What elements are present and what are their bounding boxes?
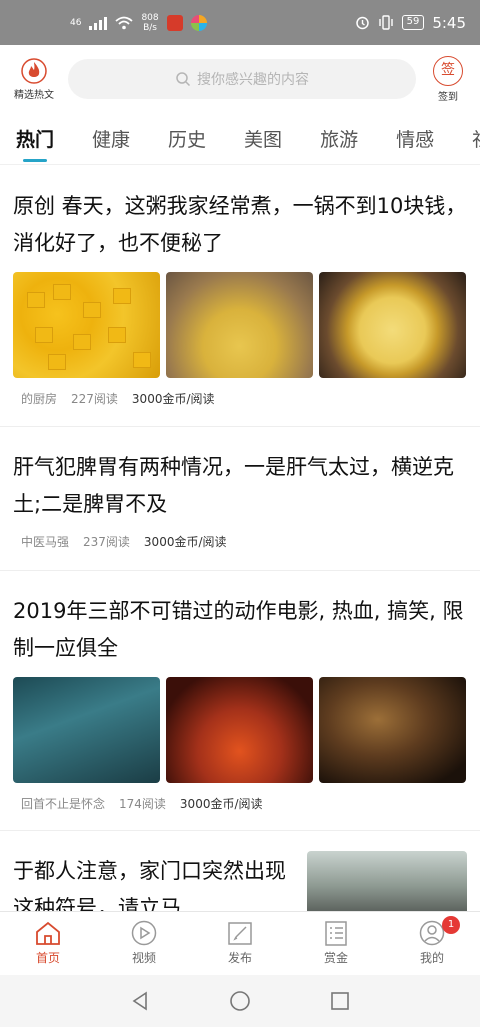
notification-badge: 1 xyxy=(442,916,460,934)
app-logo[interactable]: 精选热文 xyxy=(0,57,68,101)
article-image-pumpkin xyxy=(13,272,160,378)
nav-label: 首页 xyxy=(35,951,60,965)
nav-me[interactable]: 1 我的 xyxy=(384,912,480,975)
nav-video[interactable]: 视频 xyxy=(96,912,192,975)
nav-publish[interactable]: 发布 xyxy=(192,912,288,975)
network-type: 46 xyxy=(70,17,82,28)
app-notification-icon xyxy=(166,14,183,31)
system-navigation xyxy=(0,975,480,1027)
tab-travel[interactable]: 旅游 xyxy=(320,125,358,152)
tab-hot[interactable]: 热门 xyxy=(16,125,54,162)
recents-icon[interactable] xyxy=(329,990,351,1012)
sign-in-button[interactable]: 签 签到 xyxy=(416,55,480,103)
sign-in-icon: 签 xyxy=(433,55,463,86)
article-card[interactable]: 原创 春天，这粥我家经常煮，一锅不到10块钱，消化好了，也不便秘了 的厨房 22… xyxy=(0,166,480,427)
article-title: 肝气犯脾胃有两种情况，一是肝气太过，横逆克土;二是脾胃不及 xyxy=(13,455,454,516)
article-reads: 237阅读 xyxy=(83,535,130,549)
nav-label: 赏金 xyxy=(323,951,348,965)
play-icon xyxy=(131,920,157,946)
article-title: 原创 春天，这粥我家经常煮，一锅不到10块钱，消化好了，也不便秘了 xyxy=(13,194,467,255)
tab-history[interactable]: 历史 xyxy=(168,125,206,152)
article-author: 回首不止是怀念 xyxy=(21,797,106,811)
nav-label: 视频 xyxy=(131,951,156,965)
nav-bounty[interactable]: 赏金 xyxy=(288,912,384,975)
list-icon xyxy=(325,921,347,946)
back-icon[interactable] xyxy=(129,990,151,1012)
vibrate-icon xyxy=(378,15,393,30)
article-title: 2019年三部不可错过的动作电影, 热血, 搞笑, 限制一应俱全 xyxy=(13,599,464,660)
tab-pictures[interactable]: 美图 xyxy=(244,125,282,152)
sign-in-label: 签到 xyxy=(438,91,458,103)
nav-label: 我的 xyxy=(419,951,444,965)
edit-icon xyxy=(228,922,252,945)
app-notification-icon xyxy=(190,14,207,31)
article-image-movie-scene xyxy=(13,677,160,783)
article-author: 中医马强 xyxy=(21,535,70,549)
home-icon xyxy=(36,921,60,945)
bottom-navigation: 首页 视频 发布 赏金 1 我的 xyxy=(0,911,480,975)
tab-society[interactable]: 社会 xyxy=(472,125,480,152)
article-author: 的厨房 xyxy=(21,392,58,406)
article-reward: 3000金币/阅读 xyxy=(143,535,227,549)
logo-label: 精选热文 xyxy=(14,89,54,101)
alarm-icon xyxy=(355,16,369,30)
battery-icon: 59 xyxy=(401,15,425,30)
status-bar: 46 808 B/s 59 5:45 xyxy=(0,0,480,45)
article-card[interactable]: 肝气犯脾胃有两种情况，一是肝气太过，横逆克土;二是脾胃不及 中医马强 237阅读… xyxy=(0,427,480,571)
tab-health[interactable]: 健康 xyxy=(92,125,130,152)
search-bar[interactable]: 搜你感兴趣的内容 xyxy=(68,59,416,99)
network-speed: 808 B/s xyxy=(141,12,159,33)
home-circle-icon[interactable] xyxy=(229,990,251,1012)
article-image-movie-scene xyxy=(166,677,313,783)
article-card[interactable]: 2019年三部不可错过的动作电影, 热血, 搞笑, 限制一应俱全 回首不止是怀念… xyxy=(0,571,480,831)
nav-label: 发布 xyxy=(227,951,252,965)
tab-emotion[interactable]: 情感 xyxy=(396,125,434,152)
article-reward: 3000金币/阅读 xyxy=(179,797,263,811)
article-image-movie-scene xyxy=(319,677,466,783)
article-image-millet xyxy=(166,272,313,378)
nav-home[interactable]: 首页 xyxy=(0,912,96,975)
app-header: 精选热文 搜你感兴趣的内容 签 签到 xyxy=(0,45,480,113)
signal-icon xyxy=(89,16,108,30)
article-image-porridge xyxy=(319,272,466,378)
search-placeholder: 搜你感兴趣的内容 xyxy=(197,72,309,88)
article-feed: 原创 春天，这粥我家经常煮，一锅不到10块钱，消化好了，也不便秘了 的厨房 22… xyxy=(0,166,480,921)
article-reads: 227阅读 xyxy=(71,392,118,406)
clock: 5:45 xyxy=(432,13,466,32)
flame-icon xyxy=(21,57,47,84)
search-icon xyxy=(176,72,191,87)
article-reads: 174阅读 xyxy=(119,797,166,811)
wifi-icon xyxy=(115,16,134,29)
article-reward: 3000金币/阅读 xyxy=(131,392,215,406)
article-card[interactable]: 于都人注意，家门口突然出现这种符号，请立马 xyxy=(0,831,480,921)
category-tabs: 热门 健康 历史 美图 旅游 情感 社会 xyxy=(0,113,480,165)
